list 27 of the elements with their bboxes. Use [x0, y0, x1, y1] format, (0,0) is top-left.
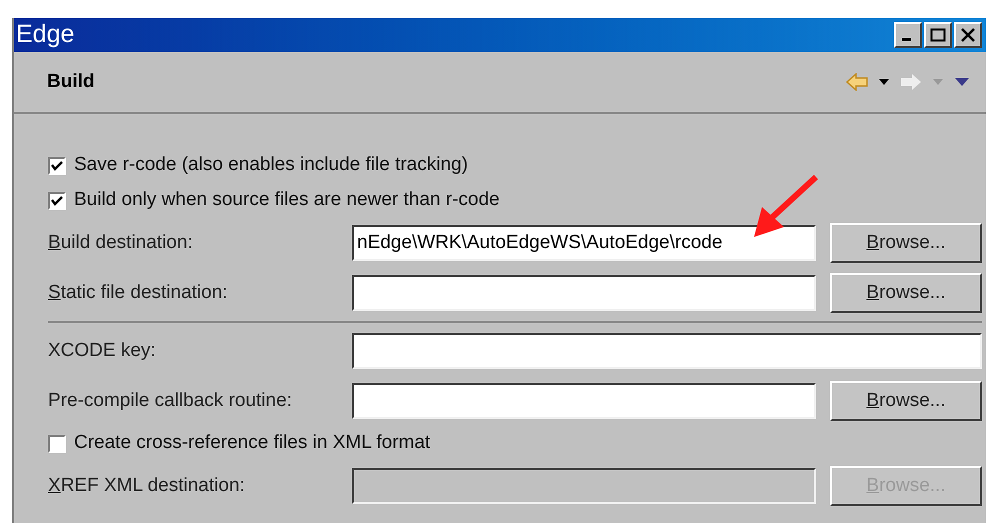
- field-label: Static file destination:: [48, 280, 229, 305]
- menu-dropdown-icon[interactable]: [954, 77, 970, 87]
- text-field[interactable]: [352, 383, 816, 419]
- field-label: XCODE key:: [48, 338, 157, 363]
- checkmark-icon: [51, 194, 63, 206]
- text-field[interactable]: [352, 333, 982, 369]
- minimize-icon[interactable]: [894, 22, 922, 48]
- browse-button[interactable]: Browse...: [830, 273, 982, 313]
- checkmark-icon: [51, 160, 63, 172]
- maximize-icon[interactable]: [924, 22, 952, 48]
- browse-button[interactable]: Browse...: [830, 223, 982, 263]
- dropdown-icon[interactable]: [878, 78, 890, 86]
- text-field[interactable]: [352, 275, 816, 311]
- field-label: Build destination:: [48, 230, 194, 255]
- page-title: Build: [47, 70, 94, 94]
- checkbox-label: Save r-code (also enables include file tracking): [74, 153, 468, 178]
- checkbox[interactable]: [48, 434, 66, 452]
- field-label: XREF XML destination:: [48, 474, 246, 498]
- checkbox[interactable]: [48, 156, 66, 174]
- window-title: Edge: [15, 19, 74, 50]
- field-label: Pre-compile callback routine:: [48, 388, 293, 413]
- text-field[interactable]: nEdge\WRK\AutoEdgeWS\AutoEdge\rcode: [352, 225, 816, 261]
- checkbox[interactable]: [48, 192, 66, 210]
- close-icon[interactable]: [954, 22, 982, 48]
- checkbox-label: Create cross-reference files in XML format: [74, 431, 430, 456]
- checkbox-label: Build only when source files are newer than r-code: [74, 188, 500, 212]
- browse-button[interactable]: Browse...: [830, 381, 982, 421]
